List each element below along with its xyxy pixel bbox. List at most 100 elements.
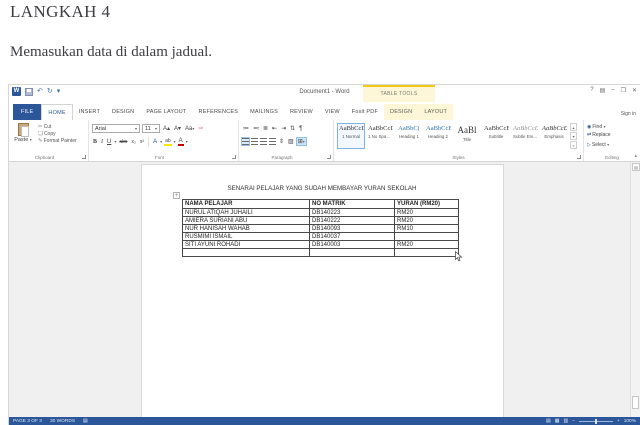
underline-dropdown-icon[interactable]: ▾ — [114, 139, 116, 144]
style-card[interactable]: AaBbCcE Heading 2 — [424, 123, 452, 149]
styles-scroll-down-icon[interactable]: ▾ — [570, 132, 577, 140]
style-card[interactable]: AaBbCcE Subtitle — [482, 123, 510, 149]
subscript-button[interactable]: x₂ — [130, 139, 136, 145]
replace-button[interactable]: ⇄Replace — [587, 131, 637, 140]
underline-button[interactable]: U — [106, 139, 112, 145]
decrease-indent-button[interactable]: ⇤ — [271, 125, 278, 132]
read-mode-icon[interactable]: ▤ — [546, 418, 551, 424]
collapse-ribbon-icon[interactable]: ▴ — [634, 153, 637, 159]
vertical-scrollbar[interactable]: ▤ — [630, 162, 640, 418]
ribbon-tab[interactable]: INSERT — [73, 104, 106, 120]
word-count[interactable]: 30 WORDS — [50, 419, 75, 424]
ribbon-tab[interactable]: VIEW — [319, 104, 346, 120]
font-size-combo[interactable]: 11▾ — [142, 124, 160, 133]
styles-scroll-up-icon[interactable]: ▴ — [570, 123, 577, 131]
zoom-slider[interactable] — [579, 421, 613, 422]
ribbon-tab[interactable]: MAILINGS — [244, 104, 284, 120]
line-spacing-button[interactable]: ⇕ — [278, 138, 285, 145]
cut-button[interactable]: ✂Cut — [38, 124, 77, 130]
align-left-button[interactable] — [242, 138, 249, 145]
change-case-button[interactable]: Aa▾ — [184, 126, 195, 132]
cell-no-matrik[interactable]: DB140003 — [310, 241, 395, 249]
zoom-out-icon[interactable]: – — [572, 419, 575, 424]
style-card[interactable]: AaBl Title — [453, 123, 481, 149]
style-card[interactable]: AaBbCcDc 1 No Spac... — [366, 123, 394, 149]
select-button[interactable]: ▷Select ▾ — [587, 140, 637, 149]
style-card[interactable]: AaBbCcDi Emphasis — [540, 123, 568, 149]
ribbon-tab[interactable]: LAYOUT — [418, 104, 453, 120]
font-color-button[interactable]: A — [178, 138, 184, 146]
cell-nama-pelajar[interactable]: AMIERA SURIANI ABU — [183, 217, 310, 225]
print-layout-icon[interactable]: ▦ — [555, 418, 560, 424]
grow-font-button[interactable]: A▴ — [162, 125, 171, 132]
ribbon-tab[interactable]: Foxit PDF — [346, 104, 384, 120]
ribbon-tab[interactable]: DESIGN — [384, 104, 418, 120]
increase-indent-button[interactable]: ⇥ — [280, 125, 287, 132]
styles-dialog-launcher[interactable] — [577, 155, 581, 159]
cell-yuran[interactable]: RM20 — [395, 209, 459, 217]
web-layout-icon[interactable]: ▥ — [564, 418, 569, 424]
align-right-button[interactable] — [260, 138, 267, 145]
highlight-color-button[interactable]: ab — [164, 138, 172, 146]
align-center-button[interactable] — [251, 138, 258, 145]
paragraph-dialog-launcher[interactable] — [327, 155, 331, 159]
ribbon-tab[interactable]: PAGE LAYOUT — [140, 104, 192, 120]
ribbon-tab[interactable]: REFERENCES — [193, 104, 245, 120]
numbering-button[interactable]: ≕ — [252, 125, 260, 132]
table-header-cell[interactable]: NO MATRIK — [310, 200, 395, 209]
find-button[interactable]: ◉Find ▾ — [587, 122, 637, 131]
style-card[interactable]: AaBbC( Heading 1 — [395, 123, 423, 149]
style-card[interactable]: AaBbCcDc 1 Normal — [337, 123, 365, 149]
cell-no-matrik[interactable]: DB140037 — [310, 233, 395, 241]
multilevel-list-button[interactable]: ≣ — [262, 125, 269, 132]
cell-yuran[interactable]: RM20 — [395, 241, 459, 249]
borders-button[interactable]: ⊞▾ — [297, 138, 306, 145]
cell-no-matrik[interactable]: DB140223 — [310, 209, 395, 217]
ribbon-tab[interactable]: FILE — [13, 104, 41, 120]
cell-no-matrik[interactable] — [310, 249, 395, 257]
help-icon[interactable]: ? — [590, 87, 593, 94]
cell-nama-pelajar[interactable]: SITI AYUNI ROHADI — [183, 241, 310, 249]
ruler-toggle-icon[interactable]: ▤ — [632, 163, 640, 171]
page-indicator[interactable]: PAGE 3 OF 3 — [13, 419, 42, 424]
student-fees-table[interactable]: NAMA PELAJARNO MATRIKYURAN (RM20) NURUL … — [182, 199, 459, 257]
font-family-combo[interactable]: Arial▾ — [92, 124, 140, 133]
shrink-font-button[interactable]: A▾ — [173, 125, 182, 132]
zoom-in-icon[interactable]: + — [617, 419, 620, 424]
close-icon[interactable]: ✕ — [632, 87, 637, 94]
clear-formatting-button[interactable]: ✑ — [197, 125, 204, 132]
strikethrough-button[interactable]: abc — [118, 139, 128, 145]
zoom-level[interactable]: 100% — [624, 419, 636, 424]
minimize-icon[interactable]: – — [611, 87, 614, 94]
ribbon-tab[interactable]: HOME — [41, 104, 72, 120]
scrollbar-thumb[interactable] — [632, 396, 639, 409]
cell-yuran[interactable]: RM10 — [395, 225, 459, 233]
ribbon-tab[interactable]: REVIEW — [284, 104, 319, 120]
cell-no-matrik[interactable]: DB140093 — [310, 225, 395, 233]
table-header-cell[interactable]: NAMA PELAJAR — [183, 200, 310, 209]
copy-button[interactable]: ❏Copy — [38, 131, 77, 137]
font-dialog-launcher[interactable] — [232, 155, 236, 159]
table-move-handle[interactable]: + — [173, 192, 180, 199]
document-page[interactable]: SENARAI PELAJAR YANG SUDAH MEMBAYAR YURA… — [141, 164, 504, 418]
shading-button[interactable]: ▨ — [287, 138, 295, 145]
cell-yuran[interactable]: RM20 — [395, 217, 459, 225]
cell-nama-pelajar[interactable]: NURUL ATIQAH JUHAILI — [183, 209, 310, 217]
bold-button[interactable]: B — [92, 139, 98, 145]
italic-button[interactable]: I — [100, 139, 104, 145]
justify-button[interactable] — [269, 138, 276, 145]
superscript-button[interactable]: x² — [139, 139, 145, 145]
paste-button[interactable]: Paste ▾ — [12, 122, 34, 151]
text-effects-button[interactable]: A — [152, 139, 158, 145]
cell-nama-pelajar[interactable] — [183, 249, 310, 257]
cell-yuran[interactable] — [395, 233, 459, 241]
paste-dropdown-icon[interactable]: ▾ — [30, 137, 32, 142]
cell-nama-pelajar[interactable]: NUR HANISAH WAHAB — [183, 225, 310, 233]
bullets-button[interactable]: ≔ — [242, 125, 250, 132]
restore-icon[interactable]: ❐ — [621, 87, 626, 94]
styles-gallery-more-icon[interactable]: ▿ — [570, 141, 577, 149]
format-painter-button[interactable]: ✎Format Painter — [38, 138, 77, 144]
sort-button[interactable]: ⇅ — [289, 125, 296, 132]
cell-no-matrik[interactable]: DB140222 — [310, 217, 395, 225]
cell-nama-pelajar[interactable]: RUSMIMI ISMAIL — [183, 233, 310, 241]
